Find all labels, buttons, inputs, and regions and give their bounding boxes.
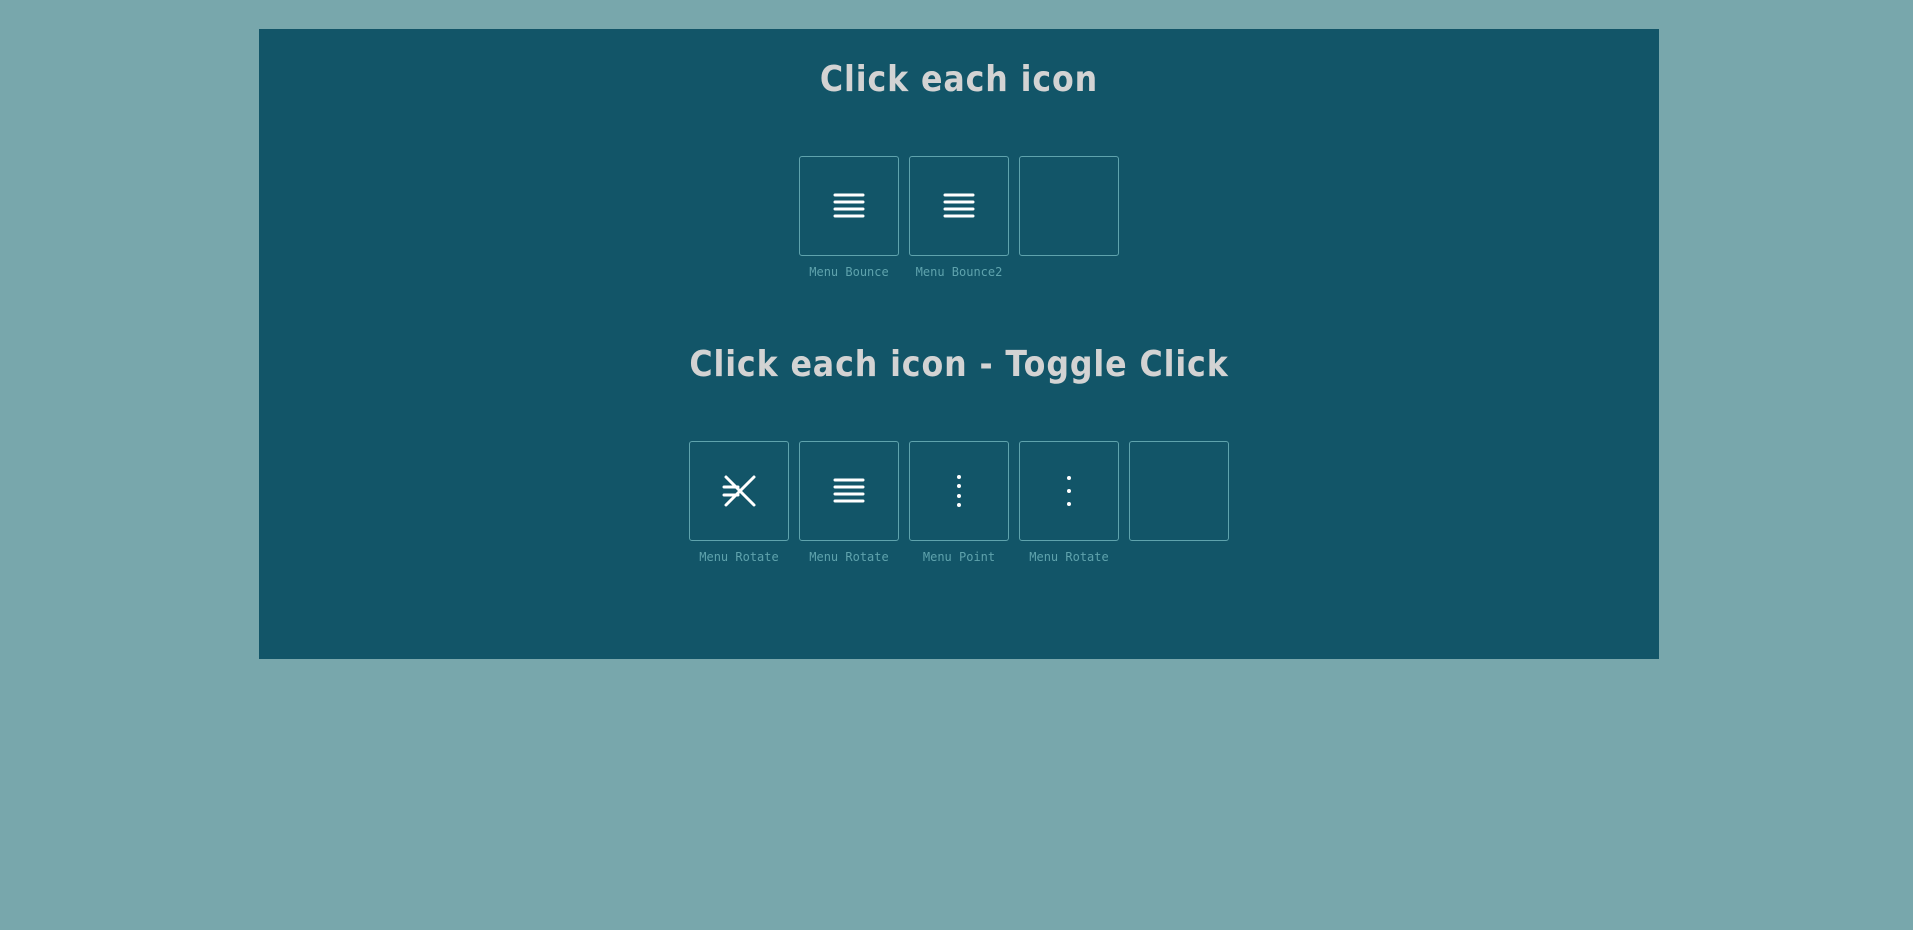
icon-caption: Menu Bounce bbox=[809, 265, 889, 279]
vertical-dots-icon bbox=[1067, 476, 1071, 506]
icon-cell-menu-rotate-2: Menu Rotate bbox=[799, 441, 899, 564]
hamburger-icon bbox=[833, 478, 865, 503]
icon-cell-menu-bounce2: Menu Bounce2 bbox=[909, 156, 1009, 279]
menu-rotate-button-1[interactable] bbox=[689, 441, 789, 541]
icon-cell-menu-point: Menu Point bbox=[909, 441, 1009, 564]
empty-icon-button-2[interactable] bbox=[1129, 441, 1229, 541]
vertical-dots-icon bbox=[957, 475, 961, 507]
icon-caption: Menu Rotate bbox=[699, 550, 779, 564]
icon-caption: Menu Bounce2 bbox=[915, 265, 1003, 279]
menu-rotate-button-3[interactable] bbox=[1019, 441, 1119, 541]
menu-bounce2-button[interactable] bbox=[909, 156, 1009, 256]
empty-icon-button[interactable] bbox=[1019, 156, 1119, 256]
icon-cell-menu-bounce: Menu Bounce bbox=[799, 156, 899, 279]
hamburger-icon bbox=[833, 193, 865, 218]
icon-caption: Menu Rotate bbox=[1029, 550, 1109, 564]
section-title-toggle-click: Click each icon - Toggle Click bbox=[689, 344, 1229, 385]
icon-caption: Menu Rotate bbox=[809, 550, 889, 564]
menu-point-button[interactable] bbox=[909, 441, 1009, 541]
hamburger-icon bbox=[943, 193, 975, 218]
icon-cell-menu-rotate-1: Menu Rotate bbox=[689, 441, 789, 564]
icon-row-1: Menu Bounce Menu Bounce2 bbox=[259, 156, 1659, 279]
menu-rotate-button-2[interactable] bbox=[799, 441, 899, 541]
icon-row-2: Menu Rotate Menu Rotate Menu Point Menu … bbox=[259, 441, 1659, 564]
section-title-click-each-icon: Click each icon bbox=[819, 59, 1099, 100]
icon-cell-empty-2 bbox=[1129, 441, 1229, 564]
menu-bounce-button[interactable] bbox=[799, 156, 899, 256]
icon-cell-menu-rotate-3: Menu Rotate bbox=[1019, 441, 1119, 564]
icon-cell-empty bbox=[1019, 156, 1119, 279]
icon-caption: Menu Point bbox=[922, 550, 996, 564]
demo-panel: Click each icon Menu Bounce Menu Bounce2… bbox=[259, 29, 1659, 659]
menu-close-transition-icon bbox=[722, 475, 756, 507]
